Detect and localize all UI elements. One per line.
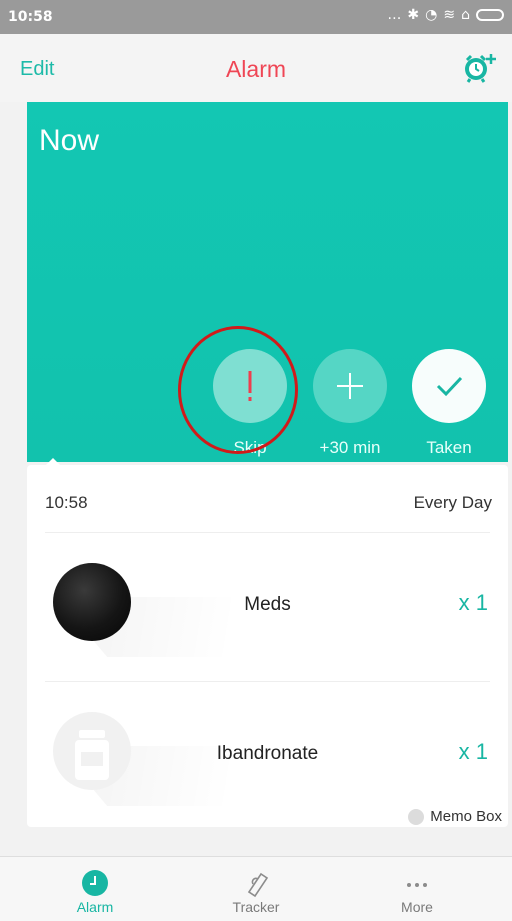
- plus-icon: [337, 373, 363, 399]
- clock-icon: [81, 869, 109, 902]
- alarm-status-icon: ◔: [425, 7, 438, 23]
- memo-box-label: Memo Box: [430, 808, 502, 825]
- med-name: Meds: [244, 594, 291, 615]
- tab-alarm[interactable]: Alarm: [30, 857, 160, 921]
- tab-tracker[interactable]: Tracker: [191, 857, 321, 921]
- memo-box-icon: [408, 808, 425, 825]
- tab-tracker-label: Tracker: [232, 899, 280, 915]
- alarm-repeat: Every Day: [413, 493, 492, 512]
- status-time: 10:58: [8, 9, 53, 25]
- taken-button[interactable]: [412, 349, 486, 423]
- checkmark-icon: [436, 376, 463, 397]
- taken-label: Taken: [426, 438, 472, 457]
- page-title: Alarm: [225, 56, 287, 82]
- med-name: Ibandronate: [216, 743, 319, 764]
- status-icons: … ✱ ◔ ≋ ⌂: [387, 7, 504, 23]
- app-header: Edit Alarm: [0, 34, 512, 102]
- bottom-tab-bar: Alarm Tracker More: [0, 856, 512, 921]
- snooze-button[interactable]: [313, 349, 387, 423]
- snooze-label: +30 min: [319, 438, 381, 457]
- alarm-time: 10:58: [45, 493, 88, 512]
- tab-more[interactable]: More: [352, 857, 482, 921]
- wifi-icon: ≋: [443, 7, 456, 23]
- add-alarm-button[interactable]: [462, 52, 498, 84]
- more-notifications-icon: …: [387, 7, 402, 23]
- tab-alarm-label: Alarm: [76, 899, 114, 915]
- memo-box-button[interactable]: Memo Box: [408, 808, 502, 825]
- med-quantity: x 1: [458, 590, 488, 615]
- alarm-detail-card: 10:58 Every Day Meds x 1 Ibandronate x 1…: [27, 465, 508, 827]
- tab-more-label: More: [401, 899, 433, 915]
- now-panel: Now Skip +30 min Taken: [27, 102, 508, 462]
- alarm-clock-plus-icon: [465, 54, 496, 83]
- skip-highlight-annotation: [178, 326, 298, 454]
- bluetooth-icon: ✱: [407, 7, 420, 23]
- med-row[interactable]: Meds x 1: [27, 532, 508, 682]
- now-label: Now: [39, 124, 100, 157]
- signal-icon: ⌂: [461, 7, 470, 23]
- med-quantity: x 1: [458, 739, 488, 764]
- status-bar: 10:58 … ✱ ◔ ≋ ⌂: [0, 0, 512, 34]
- battery-icon: [476, 9, 504, 21]
